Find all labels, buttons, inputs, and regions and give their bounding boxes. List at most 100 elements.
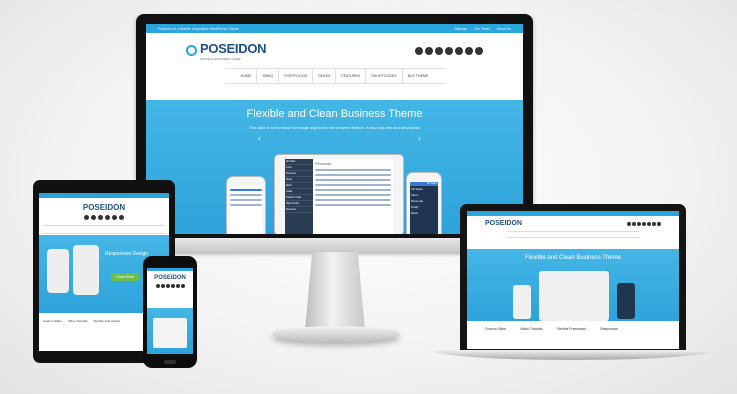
social-icons: [415, 46, 483, 55]
laptop-hero: Flexible and Clean Business Theme: [467, 249, 679, 321]
tablet-features: Custom Slider Video Tutorials Flexible F…: [43, 319, 120, 323]
feature-item: Custom Slider: [43, 319, 62, 323]
monitor-stand-base: [272, 326, 400, 342]
monitor-stand-neck: [305, 252, 365, 330]
tablet-hero-button[interactable]: Learn More: [111, 273, 139, 281]
social-icon[interactable]: [160, 284, 165, 288]
tablet-hero-phone: [73, 245, 99, 295]
social-icon[interactable]: [180, 284, 185, 288]
app-task-list: Personal: [313, 159, 393, 234]
feature-item: Video Tutorials: [520, 327, 543, 331]
phone-app-item[interactable]: Work: [410, 210, 438, 216]
instagram-icon[interactable]: [465, 46, 473, 55]
slider-prev-icon[interactable]: ‹: [258, 134, 261, 143]
social-icon[interactable]: [112, 215, 117, 220]
site-logo[interactable]: POSEIDON BUSINESS WORDPRESS THEME: [186, 40, 267, 61]
laptop-hero-phone: [513, 285, 531, 319]
laptop-hero-tablet: [539, 271, 609, 321]
hero-phone-left-screen: [230, 186, 262, 234]
feature-item: Responsive: [600, 327, 618, 331]
site-topbar: Poseidon is a flexible responsive WordPr…: [146, 24, 523, 33]
phone-hero-image: [153, 318, 187, 348]
social-icon[interactable]: [119, 215, 124, 220]
social-icon[interactable]: [98, 215, 103, 220]
monitor-screen: Poseidon is a flexible responsive WordPr…: [146, 24, 523, 234]
tablet-hero-title: Responsive Design: [105, 251, 149, 257]
nav-item-home[interactable]: HOME: [236, 69, 258, 83]
feature-item: Custom Slider: [485, 327, 507, 331]
laptop-logo[interactable]: POSEIDON: [485, 220, 522, 227]
logo-tagline: BUSINESS WORDPRESS THEME: [200, 58, 241, 61]
hero-phone-right-screen: All Tasks All Tasks Inbox Personal Study…: [410, 182, 438, 234]
hero-phone-left: [226, 176, 266, 234]
product-stage: Poseidon is a flexible responsive WordPr…: [0, 0, 737, 394]
rss-icon[interactable]: [415, 46, 423, 55]
social-icon[interactable]: [647, 221, 651, 226]
phone-hero: [147, 308, 193, 354]
logo-text: POSEIDON: [200, 41, 267, 56]
nav-item-shortcodes[interactable]: SHORTCODES: [366, 69, 403, 83]
laptop-device: POSEIDON Flexible and Clean Business The…: [460, 204, 686, 351]
nav-item-pages[interactable]: PAGES: [313, 69, 337, 83]
social-icon[interactable]: [637, 221, 641, 226]
laptop-nav[interactable]: [507, 231, 639, 238]
phone-logo: POSEIDON: [154, 275, 186, 281]
topbar-link[interactable]: Our Team: [474, 27, 489, 31]
app-sidebar-item[interactable]: Personal: [285, 207, 313, 213]
topbar-links: Sitemap Our Team About Us: [448, 27, 511, 31]
hero-phone-right: All Tasks All Tasks Inbox Personal Study…: [406, 172, 442, 234]
social-icon[interactable]: [165, 284, 170, 288]
laptop-hero-phone: [617, 283, 635, 319]
slider-next-icon[interactable]: ›: [418, 134, 421, 143]
topbar-link[interactable]: Sitemap: [454, 27, 467, 31]
feature-item: Flexible Framework: [556, 327, 587, 331]
social-icon[interactable]: [627, 221, 631, 226]
main-navigation: HOME SWAG PORTFOLIOS PAGES FEATURES SHOR…: [224, 68, 445, 84]
feature-item: Video Tutorials: [67, 319, 88, 323]
social-icon[interactable]: [170, 284, 175, 288]
social-icon[interactable]: [652, 221, 656, 226]
tablet-social-icons: [39, 215, 169, 220]
nav-item-portfolios[interactable]: PORTFOLIOS: [279, 69, 314, 83]
social-icon[interactable]: [642, 221, 646, 226]
social-icon[interactable]: [632, 221, 636, 226]
topbar-link[interactable]: About Us: [497, 27, 511, 31]
hero-subtitle: This slide is set to have the image alig…: [248, 125, 421, 130]
site-masthead: POSEIDON BUSINESS WORDPRESS THEME: [146, 33, 523, 68]
twitter-icon[interactable]: [435, 46, 443, 55]
facebook-icon[interactable]: [425, 46, 433, 55]
nav-item-features[interactable]: FEATURES: [336, 69, 367, 83]
laptop-base: [432, 350, 714, 360]
logo-mark-icon: [186, 45, 197, 56]
pinterest-icon[interactable]: [455, 46, 463, 55]
tablet-topbar: [39, 193, 169, 198]
tablet-nav[interactable]: [43, 225, 165, 234]
nav-item-swag[interactable]: SWAG: [257, 69, 280, 83]
laptop-screen: POSEIDON Flexible and Clean Business The…: [467, 211, 679, 349]
social-icon[interactable]: [105, 215, 110, 220]
google-plus-icon[interactable]: [445, 46, 453, 55]
linkedin-icon[interactable]: [475, 46, 483, 55]
social-icon[interactable]: [155, 284, 160, 288]
feature-item: Flexible Framework: [93, 319, 120, 323]
hero-title: Flexible and Clean Business Theme: [246, 108, 423, 120]
hero-tablet-screen: All Tasks Inbox Personal Study Work Goal…: [285, 159, 393, 234]
hero-tablet: All Tasks Inbox Personal Study Work Goal…: [274, 154, 404, 234]
laptop-masthead: POSEIDON: [467, 216, 679, 231]
social-icon[interactable]: [657, 221, 661, 226]
social-icon[interactable]: [175, 284, 180, 288]
phone-screen: POSEIDON: [147, 268, 193, 354]
social-icon[interactable]: [84, 215, 89, 220]
home-button[interactable]: [164, 360, 176, 364]
topbar-text: Poseidon is a flexible responsive WordPr…: [158, 26, 239, 31]
app-sidebar: All Tasks Inbox Personal Study Work Goal…: [285, 159, 313, 234]
phone-social-icons: [147, 284, 193, 288]
laptop-features: Custom Slider Video Tutorials Flexible F…: [485, 327, 669, 331]
tablet-logo: POSEIDON: [82, 203, 126, 212]
nav-item-buy-theme[interactable]: BUY THEME: [403, 69, 434, 83]
social-icon[interactable]: [91, 215, 96, 220]
laptop-social-icons: [627, 221, 661, 226]
tablet-hero-phone: [47, 249, 69, 293]
laptop-hero-title: Flexible and Clean Business Theme: [525, 255, 621, 261]
phone-device: POSEIDON: [143, 256, 197, 368]
